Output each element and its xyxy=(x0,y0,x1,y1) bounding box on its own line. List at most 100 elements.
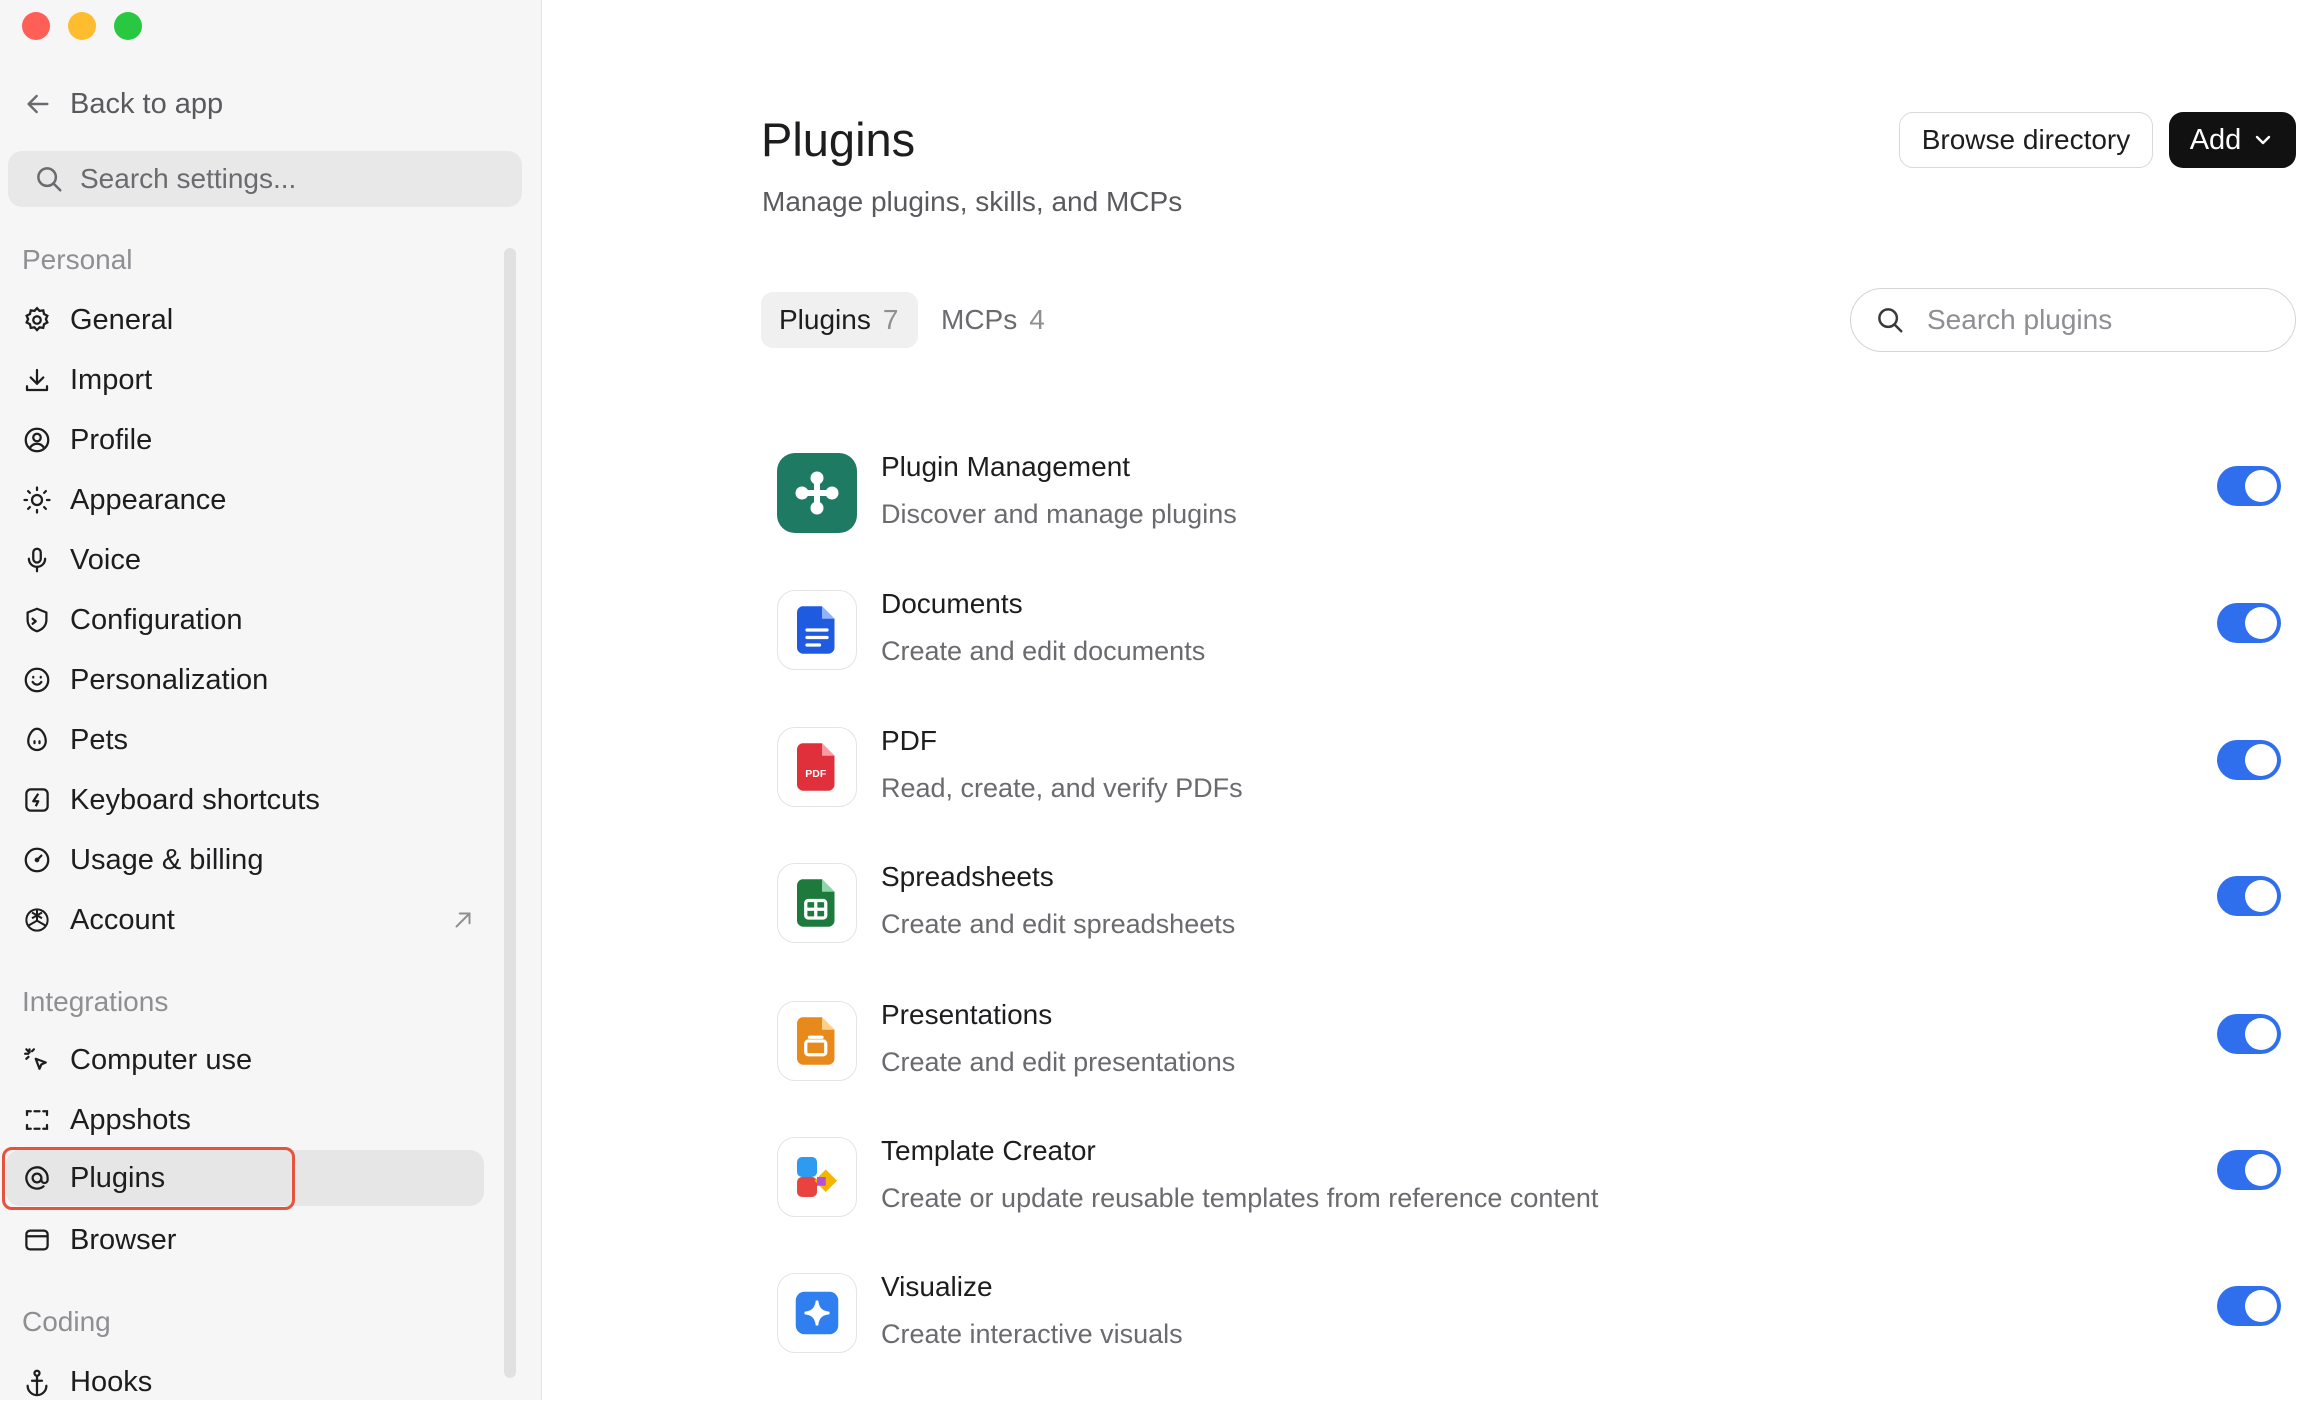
sidebar-item-pets[interactable]: Pets xyxy=(22,712,494,768)
add-label: Add xyxy=(2189,123,2242,156)
browser-window-icon xyxy=(22,1225,52,1255)
browse-directory-button[interactable]: Browse directory xyxy=(1899,112,2153,168)
sidebar-item-label: Profile xyxy=(70,423,153,456)
documents-icon xyxy=(777,590,857,670)
sidebar-item-label: General xyxy=(70,303,174,336)
sidebar-item-label: Personalization xyxy=(70,663,269,696)
plugin-search-placeholder: Search plugins xyxy=(1927,304,2113,335)
sidebar-item-browser[interactable]: Browser xyxy=(22,1212,494,1268)
plugin-toggle[interactable] xyxy=(2217,876,2281,916)
back-to-app-label: Back to app xyxy=(70,87,224,120)
plugin-row: Documents Create and edit documents xyxy=(777,588,2297,680)
sidebar-item-voice[interactable]: Voice xyxy=(22,532,494,588)
tab-mcps[interactable]: MCPs 4 xyxy=(941,292,1045,348)
back-to-app-link[interactable]: Back to app xyxy=(22,82,223,126)
settings-search-input[interactable]: Search settings... xyxy=(8,151,522,207)
sidebar-item-import[interactable]: Import xyxy=(22,352,494,408)
plugin-description: Create and edit documents xyxy=(881,636,1206,666)
plugin-name: Plugin Management xyxy=(881,451,1131,482)
plugin-name: Template Creator xyxy=(881,1135,1096,1166)
sidebar-item-account[interactable]: Account xyxy=(22,892,494,948)
plugin-name: Visualize xyxy=(881,1271,993,1302)
sidebar-item-profile[interactable]: Profile xyxy=(22,412,494,468)
plugin-toggle[interactable] xyxy=(2217,603,2281,643)
sidebar-item-label: Hooks xyxy=(70,1365,153,1398)
profile-icon xyxy=(22,425,52,455)
presentations-icon xyxy=(777,1001,857,1081)
smile-icon xyxy=(22,665,52,695)
sidebar-item-label: Appearance xyxy=(70,483,227,516)
toggle-knob xyxy=(2245,1154,2277,1186)
arrow-left-icon xyxy=(27,94,49,114)
toggle-knob xyxy=(2245,744,2277,776)
settings-search-placeholder: Search settings... xyxy=(80,163,297,194)
section-heading-integrations: Integrations xyxy=(22,986,169,1017)
tab-count: 7 xyxy=(882,304,899,335)
external-link-icon xyxy=(455,912,471,928)
sidebar-item-usage-billing[interactable]: Usage & billing xyxy=(22,832,494,888)
plugin-search-input[interactable]: Search plugins xyxy=(1850,288,2296,352)
sidebar-item-label: Appshots xyxy=(70,1103,191,1136)
plugin-toggle[interactable] xyxy=(2217,1150,2281,1190)
sun-icon xyxy=(22,485,52,515)
plugin-row: Plugin Management Discover and manage pl… xyxy=(777,451,2297,543)
sidebar-item-appshots[interactable]: Appshots xyxy=(22,1092,494,1148)
sidebar-item-label: Account xyxy=(70,903,175,936)
shield-icon xyxy=(22,605,52,635)
at-icon xyxy=(22,1163,52,1193)
plugin-toggle[interactable] xyxy=(2217,740,2281,780)
window-zoom-button[interactable] xyxy=(114,12,142,40)
page-title: Plugins xyxy=(761,113,916,166)
add-button[interactable]: Add xyxy=(2169,112,2296,168)
sidebar-item-plugins[interactable]: Plugins xyxy=(6,1150,484,1206)
toggle-knob xyxy=(2245,880,2277,912)
page-subtitle: Manage plugins, skills, and MCPs xyxy=(762,186,1183,217)
sidebar-item-label: Pets xyxy=(70,723,129,756)
plugin-description: Create and edit spreadsheets xyxy=(881,909,1236,939)
section-heading-personal: Personal xyxy=(22,244,133,275)
sidebar-item-computer-use[interactable]: Computer use xyxy=(22,1032,494,1088)
plugin-name: PDF xyxy=(881,725,937,756)
sidebar-item-hooks[interactable]: Hooks xyxy=(22,1354,494,1410)
toggle-knob xyxy=(2245,1018,2277,1050)
sidebar-item-label: Computer use xyxy=(70,1043,253,1076)
visualize-icon xyxy=(777,1273,857,1353)
sidebar-item-personalization[interactable]: Personalization xyxy=(22,652,494,708)
plugin-description: Read, create, and verify PDFs xyxy=(881,773,1243,803)
pdf-icon: PDF xyxy=(777,727,857,807)
window-close-button[interactable] xyxy=(22,12,50,40)
screenshot-frame-icon xyxy=(22,1105,52,1135)
sidebar-item-general[interactable]: General xyxy=(22,292,494,348)
gear-icon xyxy=(22,305,52,335)
plugin-description: Create and edit presentations xyxy=(881,1047,1236,1077)
settings-sidebar: Back to app Search settings... Personal … xyxy=(0,0,542,1400)
plugin-toggle[interactable] xyxy=(2217,1014,2281,1054)
tab-plugins[interactable]: Plugins 7 xyxy=(761,292,918,348)
plugin-name: Spreadsheets xyxy=(881,861,1054,892)
search-icon xyxy=(37,167,62,192)
plugin-row: Spreadsheets Create and edit spreadsheet… xyxy=(777,861,2297,953)
lightning-icon xyxy=(22,785,52,815)
sidebar-item-keyboard-shortcuts[interactable]: Keyboard shortcuts xyxy=(22,772,494,828)
plugin-description: Create interactive visuals xyxy=(881,1319,1183,1349)
cursor-click-icon xyxy=(22,1045,52,1075)
sidebar-item-appearance[interactable]: Appearance xyxy=(22,472,494,528)
plugin-row: Template Creator Create or update reusab… xyxy=(777,1135,2297,1227)
sidebar-item-label: Browser xyxy=(70,1223,177,1256)
plugin-description: Create or update reusable templates from… xyxy=(881,1183,1599,1213)
sidebar-item-label: Import xyxy=(70,363,153,396)
sidebar-scrollbar[interactable] xyxy=(504,248,516,1378)
plugin-toggle[interactable] xyxy=(2217,1286,2281,1326)
chevron-down-icon xyxy=(2256,135,2271,145)
window-minimize-button[interactable] xyxy=(68,12,96,40)
tab-label: Plugins xyxy=(779,304,871,335)
plugin-toggle[interactable] xyxy=(2217,466,2281,506)
openai-icon xyxy=(22,905,52,935)
sidebar-item-configuration[interactable]: Configuration xyxy=(22,592,494,648)
search-icon xyxy=(1878,308,1903,333)
plugin-management-icon xyxy=(777,453,857,533)
toggle-knob xyxy=(2245,1290,2277,1322)
gauge-icon xyxy=(22,845,52,875)
microphone-icon xyxy=(22,545,52,575)
sidebar-item-label: Plugins xyxy=(70,1161,166,1194)
